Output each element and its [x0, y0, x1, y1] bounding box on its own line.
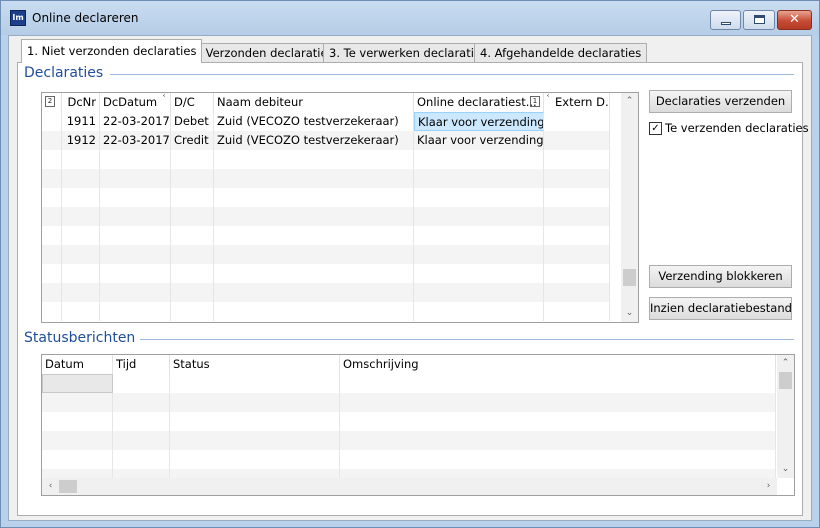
- cell-naam: Zuid (VECOZO testverzekeraar): [214, 131, 414, 150]
- close-icon: ✕: [789, 12, 800, 27]
- maximize-icon: [754, 15, 765, 24]
- cell-dc: Debet: [171, 112, 214, 131]
- col-header-dcdatum[interactable]: DcDatum ˂: [100, 93, 171, 112]
- tab-niet-verzonden[interactable]: 1. Niet verzonden declaraties: [21, 39, 203, 63]
- col-header-extern[interactable]: ˂ Extern D...: [544, 93, 610, 112]
- col-header-status[interactable]: Status: [170, 355, 340, 374]
- cell-dcnr: 1912: [62, 131, 100, 150]
- vertical-scrollbar[interactable]: ⌃ ⌄: [777, 355, 794, 478]
- statusberichten-divider: [140, 339, 794, 340]
- empty-row: [42, 450, 776, 469]
- cell-extern: [544, 131, 610, 150]
- cell-online-status-selected[interactable]: Klaar voor verzending: [414, 112, 544, 131]
- cell-naam: Zuid (VECOZO testverzekeraar): [214, 112, 414, 131]
- col-header-dcnr[interactable]: DcNr: [62, 93, 100, 112]
- scroll-left-icon[interactable]: ‹: [42, 478, 59, 495]
- col-header-online-status-label: Online declaratiest...: [417, 95, 537, 109]
- col-header-dcdatum-label: DcDatum: [103, 95, 158, 109]
- scroll-up-icon[interactable]: ⌃: [621, 93, 638, 110]
- empty-row: [42, 412, 776, 431]
- sort-order-icon: 1: [530, 96, 540, 107]
- declaraties-divider: [110, 74, 794, 75]
- maximize-button[interactable]: [743, 10, 775, 30]
- empty-row: [42, 264, 610, 283]
- table-row[interactable]: 1912 22-03-2017 Credit Zuid (VECOZO test…: [42, 131, 610, 150]
- declaraties-verzenden-button[interactable]: Declaraties verzenden: [649, 90, 792, 113]
- verzending-blokkeren-button[interactable]: Verzending blokkeren: [649, 265, 792, 288]
- grid-header: 2 DcNr DcDatum ˂ D/C Naam debiteur Onlin…: [42, 93, 610, 112]
- scroll-up-icon[interactable]: ⌃: [777, 355, 794, 372]
- scroll-down-icon[interactable]: ⌄: [621, 305, 638, 322]
- empty-row: [42, 245, 610, 264]
- cell-dcnr: 1911: [62, 112, 100, 131]
- scroll-thumb[interactable]: [623, 269, 636, 286]
- empty-row: [42, 374, 776, 393]
- col-header-tijd[interactable]: Tijd: [113, 355, 170, 374]
- col-header-omschrijving[interactable]: Omschrijving: [340, 355, 776, 374]
- cell-dcdatum: 22-03-2017: [100, 131, 171, 150]
- sort-arrow-icon: ˂: [546, 94, 550, 103]
- row-marker-cell: [42, 131, 62, 150]
- scroll-down-icon[interactable]: ⌄: [777, 461, 794, 478]
- empty-row: [42, 431, 776, 450]
- col-header-online-status[interactable]: Online declaratiest... 1: [414, 93, 544, 112]
- app-logo-icon: Im: [10, 10, 26, 26]
- declaraties-grid[interactable]: 2 DcNr DcDatum ˂ D/C Naam debiteur Onlin…: [41, 92, 639, 323]
- empty-row: [42, 169, 610, 188]
- focused-cell[interactable]: [42, 374, 113, 393]
- inzien-declaratiebestand-button[interactable]: Inzien declaratiebestand: [649, 297, 792, 320]
- col-header-dc[interactable]: D/C: [171, 93, 214, 112]
- checkbox-check-icon[interactable]: ✓: [649, 122, 662, 135]
- table-row[interactable]: 1911 22-03-2017 Debet Zuid (VECOZO testv…: [42, 112, 610, 131]
- cell-extern: [544, 112, 610, 131]
- sort-arrow-icon: ˂: [162, 94, 166, 103]
- statusberichten-grid[interactable]: Datum Tijd Status Omschrijving ⌃ ⌄ ‹ ›: [41, 354, 795, 496]
- grid-header: Datum Tijd Status Omschrijving: [42, 355, 776, 374]
- empty-row: [42, 150, 610, 169]
- col-header-naam[interactable]: Naam debiteur: [214, 93, 414, 112]
- minimize-button[interactable]: [710, 10, 741, 30]
- header-marker-cell[interactable]: 2: [42, 93, 62, 112]
- declaraties-section-title: Declaraties: [24, 65, 104, 81]
- col-header-datum[interactable]: Datum: [42, 355, 113, 374]
- scroll-thumb[interactable]: [59, 480, 77, 493]
- cell-dc: Credit: [171, 131, 214, 150]
- main-window: Im Online declareren ✕ 1. Niet verzonden…: [0, 0, 820, 528]
- scroll-right-icon[interactable]: ›: [760, 478, 777, 495]
- cell-dcdatum: 22-03-2017: [100, 112, 171, 131]
- tab-te-verwerken[interactable]: 3. Te verwerken declaraties: [323, 43, 494, 62]
- cell-online-status: Klaar voor verzending: [414, 131, 544, 150]
- vertical-scrollbar[interactable]: ⌃ ⌄: [621, 93, 638, 322]
- statusberichten-section-title: Statusberichten: [24, 330, 136, 346]
- tab-verzonden[interactable]: 2. Verzonden declaraties: [185, 43, 340, 62]
- row-marker-cell: [42, 112, 62, 131]
- col-header-extern-label: Extern D...: [555, 95, 610, 109]
- scroll-thumb[interactable]: [779, 372, 792, 389]
- checkbox-label: Te verzenden declaraties: [665, 121, 809, 135]
- empty-row: [42, 393, 776, 412]
- sort-order-icon: 2: [45, 96, 55, 107]
- close-button[interactable]: ✕: [777, 10, 812, 30]
- empty-row: [42, 207, 610, 226]
- empty-row: [42, 302, 610, 321]
- tab-afgehandelde[interactable]: 4. Afgehandelde declaraties: [474, 43, 648, 62]
- horizontal-scrollbar[interactable]: ‹ ›: [42, 478, 777, 495]
- window-title: Online declareren: [32, 11, 139, 25]
- empty-row: [42, 226, 610, 245]
- empty-row: [42, 188, 610, 207]
- minimize-icon: [721, 22, 731, 25]
- title-bar[interactable]: Im Online declareren ✕: [1, 1, 819, 35]
- empty-row: [42, 283, 610, 302]
